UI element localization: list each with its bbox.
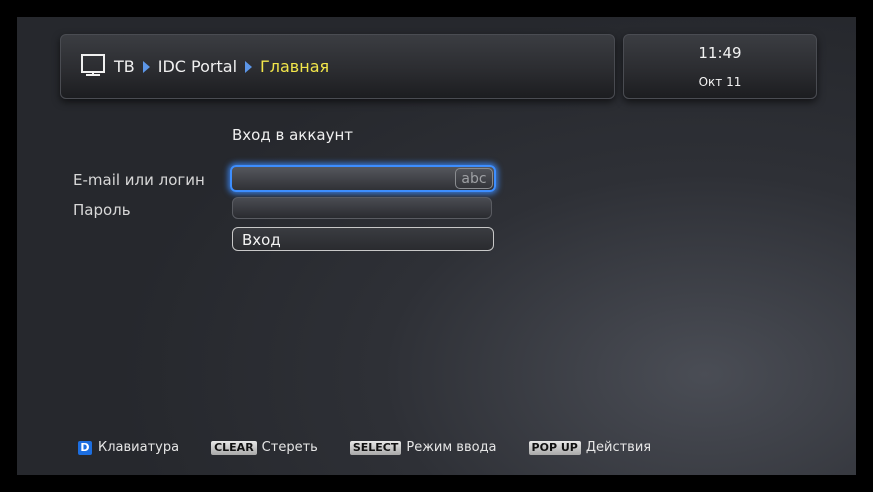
hint-keyboard-label: Клавиатура [98, 440, 180, 455]
email-field[interactable]: abc [230, 165, 496, 192]
select-key-icon: SELECT [349, 440, 402, 455]
clear-key-icon: CLEAR [211, 440, 257, 455]
hint-select: SELECT Режим ввода [349, 440, 497, 455]
breadcrumb-item-home: Главная [260, 57, 330, 76]
hint-clear-label: Стереть [261, 440, 318, 455]
password-label: Пароль [73, 201, 131, 219]
chevron-right-icon [142, 60, 150, 73]
form-title: Вход в аккаунт [232, 126, 354, 144]
hint-select-label: Режим ввода [406, 440, 497, 455]
breadcrumb-item-tv[interactable]: ТВ [114, 57, 135, 76]
tv-icon [81, 54, 105, 76]
hint-clear: CLEAR Стереть [211, 440, 318, 455]
clock-panel: 11:49 Окт 11 [623, 34, 817, 99]
input-mode-badge: abc [455, 168, 493, 189]
popup-key-icon: POP UP [528, 440, 581, 455]
password-field[interactable] [232, 197, 492, 219]
tv-screen: ТВ IDC Portal Главная 11:49 Окт 11 Вход … [17, 17, 856, 475]
chevron-right-icon [245, 60, 253, 73]
clock-date: Окт 11 [698, 75, 742, 89]
login-button[interactable]: Вход [232, 227, 494, 251]
breadcrumb-item-idc-portal[interactable]: IDC Portal [158, 57, 237, 76]
footer-hints: D Клавиатура CLEAR Стереть SELECT Режим … [78, 440, 683, 455]
clock-time: 11:49 [698, 44, 742, 62]
hint-popup-label: Действия [585, 440, 652, 455]
breadcrumb: ТВ IDC Portal Главная [114, 57, 329, 76]
hint-popup: POP UP Действия [528, 440, 652, 455]
d-key-icon: D [78, 440, 92, 455]
hint-keyboard: D Клавиатура [78, 440, 179, 455]
header-panel: ТВ IDC Portal Главная [60, 34, 615, 99]
email-label: E-mail или логин [73, 171, 205, 189]
